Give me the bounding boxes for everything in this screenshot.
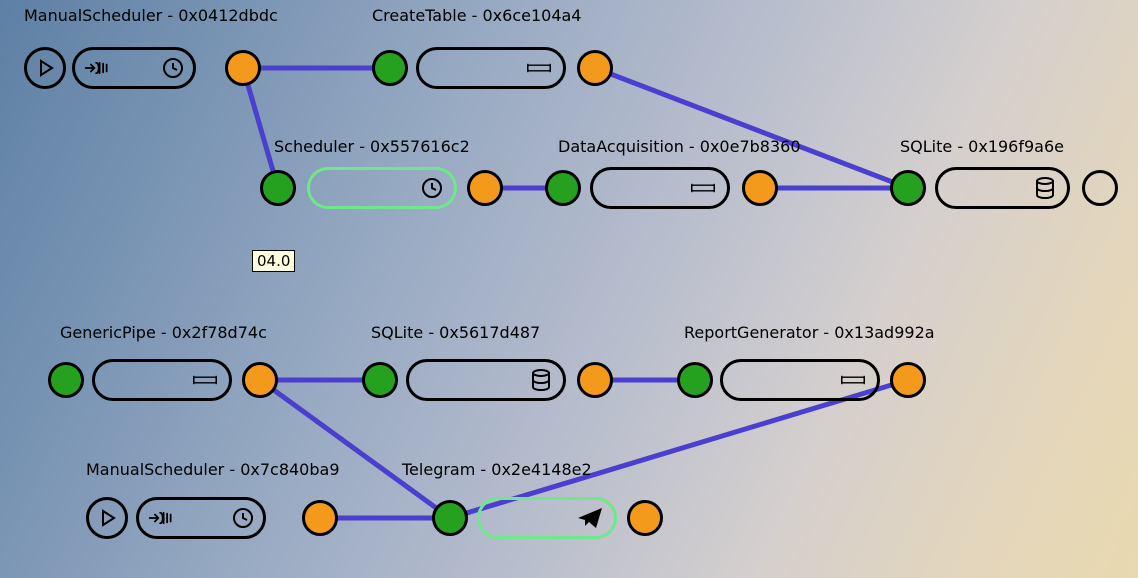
node-body-manualscheduler1[interactable] — [72, 47, 196, 89]
node-label-genericpipe: GenericPipe - 0x2f78d74c — [60, 323, 267, 342]
play-icon — [33, 56, 57, 80]
input-port[interactable] — [372, 50, 408, 86]
play-icon — [95, 506, 119, 530]
output-port[interactable] — [742, 170, 778, 206]
database-icon — [1033, 176, 1057, 200]
node-label-manualscheduler1: ManualScheduler - 0x0412dbdc — [24, 6, 278, 25]
node-body-genericpipe[interactable] — [92, 359, 232, 401]
input-port[interactable] — [890, 170, 926, 206]
node-label-scheduler: Scheduler - 0x557616c2 — [274, 137, 470, 156]
node-label-reportgenerator: ReportGenerator - 0x13ad992a — [684, 323, 935, 342]
output-port[interactable] — [467, 170, 503, 206]
pointer-icon — [83, 54, 111, 82]
node-body-sqlite1[interactable] — [935, 167, 1070, 209]
node-label-manualscheduler2: ManualScheduler - 0x7c840ba9 — [86, 460, 340, 479]
play-button[interactable] — [24, 47, 66, 89]
pipe-icon — [191, 366, 219, 394]
pointer-icon — [147, 504, 175, 532]
clock-icon — [231, 506, 255, 530]
input-port[interactable] — [260, 170, 296, 206]
input-port[interactable] — [677, 362, 713, 398]
node-label-telegram: Telegram - 0x2e4148e2 — [402, 460, 592, 479]
input-port[interactable] — [432, 500, 468, 536]
pipe-icon — [525, 54, 553, 82]
input-port[interactable] — [362, 362, 398, 398]
node-body-manualscheduler2[interactable] — [136, 497, 266, 539]
value-tooltip: 04.0 — [252, 250, 295, 272]
flow-canvas[interactable]: ManualScheduler - 0x0412dbdc CreateTable… — [0, 0, 1138, 578]
input-port[interactable] — [545, 170, 581, 206]
node-label-sqlite2: SQLite - 0x5617d487 — [371, 323, 540, 342]
node-label-sqlite1: SQLite - 0x196f9a6e — [900, 137, 1064, 156]
input-port[interactable] — [48, 362, 84, 398]
node-body-sqlite2[interactable] — [406, 359, 566, 401]
clock-icon — [161, 56, 185, 80]
edge — [260, 380, 450, 518]
play-button[interactable] — [86, 497, 128, 539]
node-body-scheduler[interactable] — [307, 167, 457, 209]
output-port[interactable] — [242, 362, 278, 398]
database-icon — [529, 368, 553, 392]
output-port[interactable] — [577, 50, 613, 86]
pipe-icon — [839, 366, 867, 394]
node-body-telegram[interactable] — [477, 497, 617, 539]
output-port[interactable] — [225, 50, 261, 86]
node-body-createtable[interactable] — [416, 47, 566, 89]
send-icon — [576, 504, 604, 532]
output-port[interactable] — [627, 500, 663, 536]
output-port[interactable] — [302, 500, 338, 536]
pipe-icon — [689, 174, 717, 202]
node-body-reportgenerator[interactable] — [720, 359, 880, 401]
output-port[interactable] — [1082, 170, 1118, 206]
output-port[interactable] — [890, 362, 926, 398]
clock-icon — [420, 176, 444, 200]
node-label-createtable: CreateTable - 0x6ce104a4 — [372, 6, 581, 25]
output-port[interactable] — [577, 362, 613, 398]
node-body-dataacquisition[interactable] — [590, 167, 730, 209]
node-label-dataacquisition: DataAcquisition - 0x0e7b8360 — [558, 137, 801, 156]
